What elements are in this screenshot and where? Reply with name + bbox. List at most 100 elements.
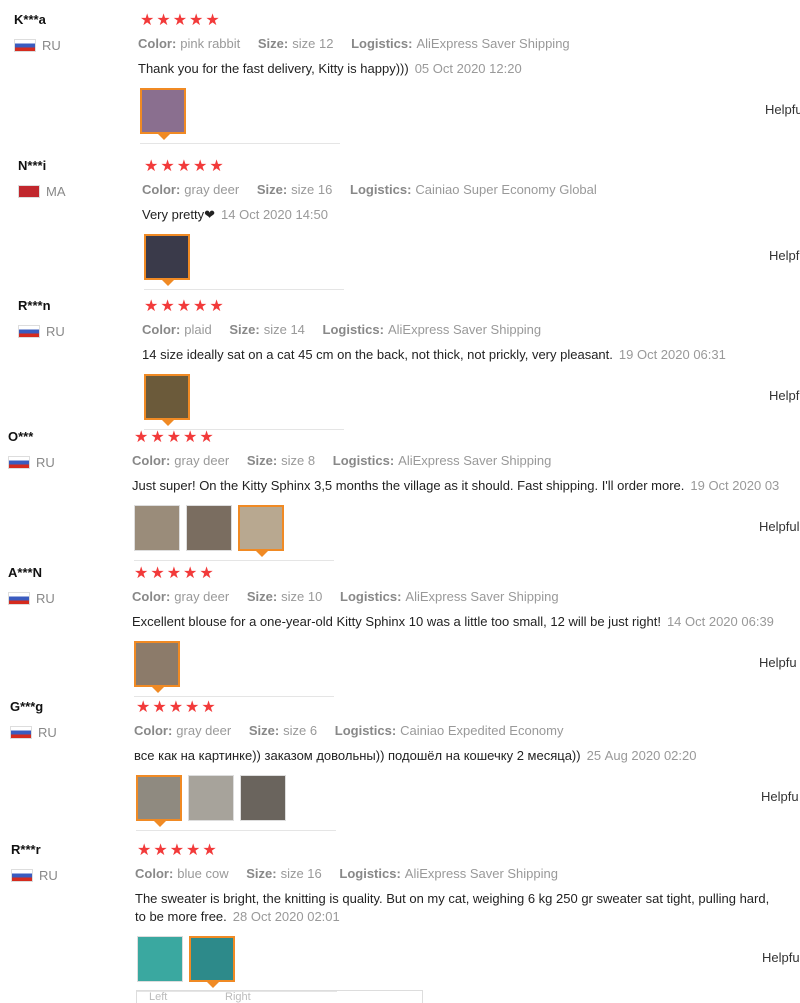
helpful-button[interactable]: Helpfu [765, 102, 800, 117]
country-code: RU [36, 455, 55, 470]
review-photo-thumb[interactable] [144, 374, 190, 426]
order-info: Color: gray deer Size: size 6 Logistics: Ca… [134, 723, 578, 738]
review-photo-thumb[interactable] [189, 936, 235, 988]
review-text: Very pretty❤ 14 Oct 2020 14:50 [142, 207, 328, 223]
review-photos [140, 88, 186, 140]
reviewer-name: R***n [18, 298, 51, 313]
review-date: 14 Oct 2020 06:39 [666, 614, 774, 629]
color-label: Color: [142, 182, 181, 197]
size-label: Size: [248, 723, 280, 738]
color-value: pink rabbit [180, 36, 241, 51]
image-navigator[interactable]: Left Right [136, 990, 423, 1003]
reviewer-name: A***N [8, 565, 42, 580]
star-rating: ★★★★★ [140, 12, 222, 29]
order-info: Color: gray deer Size: size 16 Logistics: C… [142, 182, 611, 197]
order-info: Color: gray deer Size: size 10 Logistics: A… [132, 589, 573, 604]
review-date: 28 Oct 2020 02:01 [232, 909, 340, 924]
review-date: 19 Oct 2020 06:31 [618, 347, 726, 362]
color-value: plaid [184, 322, 212, 337]
logistics-value: AliExpress Saver Shipping [387, 322, 542, 337]
logistics-value: AliExpress Saver Shipping [416, 36, 570, 51]
review-photo-thumb[interactable] [134, 505, 180, 551]
helpful-button[interactable]: Helpful [759, 519, 799, 534]
reviewer-country: RU [14, 38, 61, 53]
color-value: gray deer [184, 182, 240, 197]
divider [140, 143, 340, 144]
review-text-line: Thank you for the fast delivery, Kitty i… [138, 61, 409, 76]
review-photo-thumb[interactable] [188, 775, 234, 821]
helpful-button[interactable]: Helpfu [762, 950, 800, 965]
reviewer-country: RU [8, 455, 55, 470]
color-label: Color: [142, 322, 181, 337]
size-value: size 14 [263, 322, 305, 337]
reviewer-country: RU [10, 725, 57, 740]
helpful-button[interactable]: Helpf [769, 248, 799, 263]
flag-icon [8, 592, 30, 605]
review-photo-thumb[interactable] [238, 505, 284, 557]
size-value: size 10 [281, 589, 323, 604]
reviewer-name: O*** [8, 429, 34, 444]
nav-right[interactable]: Right [225, 991, 251, 1003]
review-date: 19 Oct 2020 03 [690, 478, 780, 493]
review-text-line: Just super! On the Kitty Sphinx 3,5 mont… [132, 478, 685, 493]
review-photo-thumb[interactable] [140, 88, 186, 140]
logistics-label: Logistics: [339, 866, 401, 881]
review-photo-thumb[interactable] [134, 641, 180, 693]
size-label: Size: [246, 589, 278, 604]
review-photos [134, 641, 180, 693]
reviewer-name: N***i [18, 158, 47, 173]
review-text-line: Excellent blouse for a one-year-old Kitt… [132, 614, 661, 629]
logistics-label: Logistics: [322, 322, 384, 337]
review-text: Excellent blouse for a one-year-old Kitt… [132, 614, 774, 629]
logistics-value: AliExpress Saver Shipping [405, 589, 559, 604]
color-value: gray deer [174, 453, 230, 468]
size-value: size 6 [283, 723, 318, 738]
size-value: size 8 [281, 453, 316, 468]
divider [144, 289, 344, 290]
flag-icon [18, 325, 40, 338]
star-rating: ★★★★★ [134, 429, 216, 446]
review-date: 25 Aug 2020 02:20 [586, 748, 697, 763]
reviewer-country: MA [18, 184, 66, 199]
country-code: RU [38, 725, 57, 740]
review-photo-thumb[interactable] [136, 775, 182, 827]
review-text-cont: to be more free. 28 Oct 2020 02:01 [135, 909, 340, 924]
color-label: Color: [134, 723, 173, 738]
review-text-line: Very pretty❤ [142, 207, 216, 222]
country-code: RU [42, 38, 61, 53]
review-photos [136, 775, 286, 827]
star-rating: ★★★★★ [136, 699, 218, 716]
review-photos [134, 505, 284, 557]
order-info: Color: blue cow Size: size 16 Logistics: Al… [135, 866, 572, 881]
logistics-value: Cainiao Expedited Economy [400, 723, 564, 738]
review-photo-thumb[interactable] [137, 936, 183, 982]
size-value: size 12 [292, 36, 334, 51]
reviewer-country: RU [8, 591, 55, 606]
helpful-button[interactable]: Helpfu [759, 655, 797, 670]
review-photo-thumb[interactable] [144, 234, 190, 286]
reviewer-country: RU [18, 324, 65, 339]
review-text: 14 size ideally sat on a cat 45 cm on th… [142, 347, 726, 362]
review-photo-thumb[interactable] [186, 505, 232, 551]
logistics-value: Cainiao Super Economy Global [415, 182, 597, 197]
nav-left[interactable]: Left [149, 991, 167, 1003]
reviewer-name: G***g [10, 699, 44, 714]
order-info: Color: pink rabbit Size: size 12 Logistics… [138, 36, 584, 51]
star-rating: ★★★★★ [144, 158, 226, 175]
flag-icon [11, 869, 33, 882]
review-photos [144, 374, 190, 426]
review-text: все как на картинке)) заказом довольны))… [134, 748, 696, 763]
helpful-button[interactable]: Helpf [769, 388, 799, 403]
country-code: RU [36, 591, 55, 606]
order-info: Color: gray deer Size: size 8 Logistics: Al… [132, 453, 565, 468]
review-date: 14 Oct 2020 14:50 [221, 207, 329, 222]
color-label: Color: [138, 36, 177, 51]
flag-icon [18, 185, 40, 198]
helpful-button[interactable]: Helpfu [761, 789, 799, 804]
review-photo-thumb[interactable] [240, 775, 286, 821]
country-code: MA [46, 184, 66, 199]
size-label: Size: [246, 866, 277, 881]
size-value: size 16 [280, 866, 322, 881]
color-value: blue cow [177, 866, 229, 881]
review-photos [144, 234, 190, 286]
